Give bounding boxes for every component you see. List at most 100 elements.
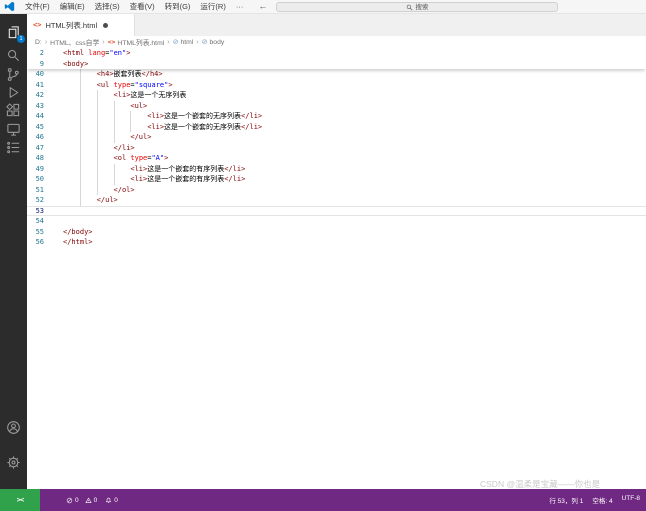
- code-line-44[interactable]: 44<li>这是一个嵌套的无序列表</li>: [27, 111, 646, 122]
- line-number: 9: [27, 59, 44, 70]
- menu-bar: 文件(F)编辑(E)选择(S)查看(V)转到(G)运行(R)···: [20, 0, 248, 13]
- indent-guide: [80, 174, 81, 185]
- code-line-45[interactable]: 45 <li>这是一个嵌套的无序列表</li>: [27, 122, 646, 133]
- code-editor[interactable]: 2<html lang="en">9 <body> 40<h4>嵌套列表</h4>…: [27, 48, 646, 489]
- breadcrumb-separator: ›: [167, 39, 169, 46]
- line-content: [63, 206, 646, 217]
- status-item[interactable]: 空格: 4: [592, 495, 612, 505]
- line-content: <li>这是一个嵌套的无序列表</li>: [63, 111, 646, 122]
- error-icon: [66, 497, 73, 504]
- status-item[interactable]: 行 53，列 1: [549, 495, 583, 505]
- remote-indicator[interactable]: ><: [0, 489, 40, 511]
- indent-guide: [114, 111, 115, 122]
- line-number: 43: [27, 101, 44, 112]
- menu-item[interactable]: 转到(G): [160, 0, 196, 13]
- line-number: 41: [27, 80, 44, 91]
- code-line-48[interactable]: 48<ol type="A">: [27, 153, 646, 164]
- warning-icon: [85, 497, 92, 504]
- bell-count: 0: [114, 497, 118, 504]
- breadcrumb-item[interactable]: D:: [35, 39, 42, 46]
- line-content: <li>这是一个嵌套的无序列表</li>: [63, 122, 646, 133]
- line-content: <body>: [63, 59, 646, 70]
- code-line-41[interactable]: 41 <ul type="square">: [27, 80, 646, 91]
- breadcrumb-item[interactable]: HTML、css自学: [50, 37, 99, 47]
- code-line-52[interactable]: 52</ul>: [27, 195, 646, 206]
- code-line-56[interactable]: 56 </html>: [27, 237, 646, 248]
- indent-guide: [114, 101, 115, 112]
- indent-guide: [80, 153, 81, 164]
- indent-guide: [114, 164, 115, 175]
- unsaved-dot-icon[interactable]: [103, 23, 108, 28]
- account-icon[interactable]: [6, 420, 21, 435]
- menu-item[interactable]: 文件(F): [20, 0, 55, 13]
- settings-gear-icon[interactable]: [6, 455, 21, 470]
- line-number: 49: [27, 164, 44, 175]
- indent-guide: [80, 101, 81, 112]
- problems-status[interactable]: 0 0: [66, 497, 97, 504]
- line-content: </li>: [63, 143, 646, 154]
- code-line-47[interactable]: 47</li>: [27, 143, 646, 154]
- source-control-icon[interactable]: [6, 67, 21, 82]
- status-item[interactable]: UTF-8: [622, 495, 640, 505]
- run-debug-icon[interactable]: [6, 85, 21, 100]
- line-number: 42: [27, 90, 44, 101]
- code-line-51[interactable]: 51</ol>: [27, 185, 646, 196]
- line-content: </ul>: [63, 132, 646, 143]
- code-line-40[interactable]: 40<h4>嵌套列表</h4>: [27, 69, 646, 80]
- menu-item[interactable]: ···: [231, 0, 249, 13]
- code-line-49[interactable]: 49 <li>这是一个嵌套的有序列表</li>: [27, 164, 646, 175]
- breadcrumb-item[interactable]: ⊘html: [173, 39, 194, 46]
- indent-guide: [80, 132, 81, 143]
- explorer-icon[interactable]: 1: [6, 25, 21, 40]
- line-number: 55: [27, 227, 44, 238]
- code-line-55[interactable]: 55</body>: [27, 227, 646, 238]
- sticky-scroll[interactable]: 2<html lang="en">9 <body>: [27, 48, 646, 69]
- indent-guide: [114, 122, 115, 133]
- menu-item[interactable]: 编辑(E): [55, 0, 90, 13]
- indent-guide: [114, 174, 115, 185]
- status-right-items: 行 53，列 1 空格: 4 UTF-8: [549, 495, 640, 505]
- menu-item[interactable]: 查看(V): [125, 0, 160, 13]
- vscode-logo-icon: [4, 1, 15, 12]
- notifications-status[interactable]: 0: [105, 497, 118, 504]
- line-number: 56: [27, 237, 44, 248]
- code-line-43[interactable]: 43<ul>: [27, 101, 646, 112]
- tab-html-file[interactable]: <> HTML列表.html: [27, 14, 135, 36]
- indent-guide: [97, 164, 98, 175]
- command-center-search[interactable]: 搜索: [276, 2, 558, 12]
- bell-icon: [105, 497, 112, 504]
- line-content: <li>这是一个嵌套的有序列表</li>: [63, 164, 646, 175]
- line-number: 54: [27, 216, 44, 227]
- breadcrumb-item[interactable]: <>HTML列表.html: [108, 37, 165, 47]
- code-line-50[interactable]: 50<li>这是一个嵌套的有序列表</li>: [27, 174, 646, 185]
- line-number: 45: [27, 122, 44, 133]
- remote-explorer-icon[interactable]: [6, 122, 21, 137]
- indent-guide: [97, 143, 98, 154]
- indent-guide: [80, 69, 81, 80]
- breadcrumb-label: D:: [35, 39, 42, 46]
- breadcrumb-item[interactable]: ⊘body: [202, 39, 225, 46]
- menu-item[interactable]: 选择(S): [90, 0, 125, 13]
- extensions-icon[interactable]: [6, 103, 21, 118]
- line-content: [63, 216, 646, 227]
- indent-guide: [97, 101, 98, 112]
- line-content: </ol>: [63, 185, 646, 196]
- menu-item[interactable]: 运行(R): [195, 0, 230, 13]
- code-line-2[interactable]: 2<html lang="en">: [27, 48, 646, 59]
- code-line-53[interactable]: 53: [27, 206, 646, 217]
- line-content: <ol type="A">: [63, 153, 646, 164]
- html-file-icon: <>: [33, 21, 41, 29]
- indent-guide: [97, 185, 98, 196]
- line-content: </html>: [63, 237, 646, 248]
- line-content: <ul type="square">: [63, 80, 646, 91]
- indent-guide: [97, 153, 98, 164]
- code-line-54[interactable]: 54: [27, 216, 646, 227]
- back-arrow-icon[interactable]: ←: [258, 0, 267, 13]
- breadcrumb: D:›HTML、css自学›<>HTML列表.html›⊘html›⊘body: [27, 36, 646, 48]
- code-line-46[interactable]: 46</ul>: [27, 132, 646, 143]
- code-line-9[interactable]: 9 <body>: [27, 59, 646, 70]
- line-number: 40: [27, 69, 44, 80]
- custom-view-icon[interactable]: [6, 140, 21, 155]
- code-line-42[interactable]: 42<li>这是一个无序列表: [27, 90, 646, 101]
- search-icon[interactable]: [6, 48, 21, 63]
